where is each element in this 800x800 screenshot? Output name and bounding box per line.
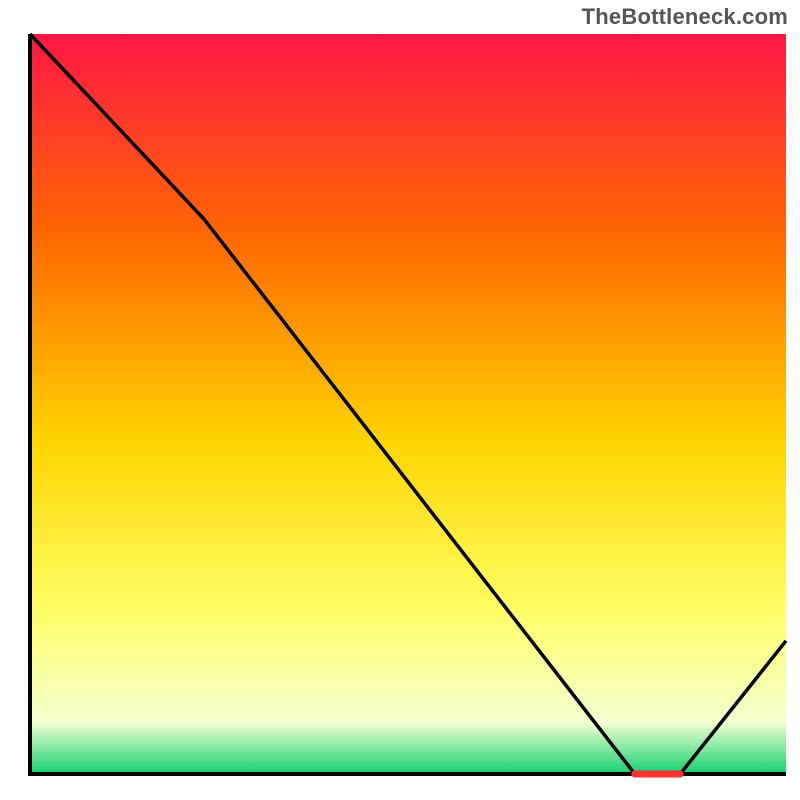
plot-background <box>30 34 786 774</box>
chart-svg <box>0 0 800 800</box>
chart-stage: TheBottleneck.com <box>0 0 800 800</box>
